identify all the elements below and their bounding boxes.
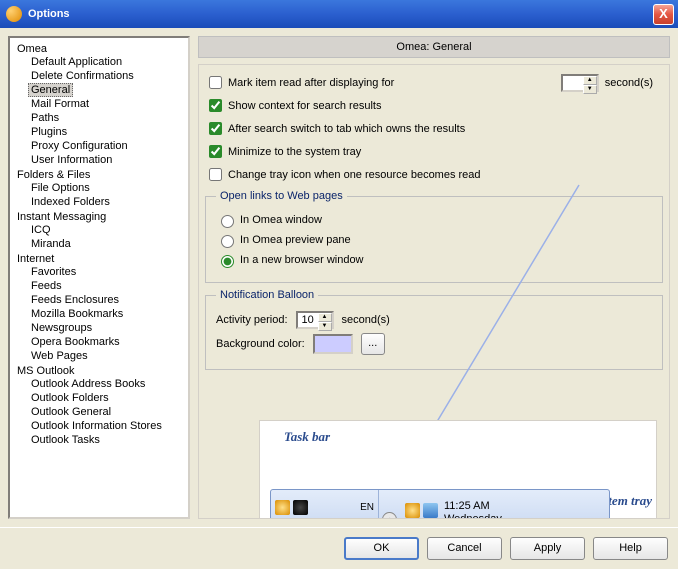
tree-general[interactable]: General (28, 83, 73, 97)
spin-down-icon[interactable]: ▼ (583, 85, 597, 94)
tree-feeds-enc[interactable]: Feeds Enclosures (28, 293, 122, 307)
tree-user-info[interactable]: User Information (28, 153, 115, 167)
tray-icon (405, 503, 420, 518)
bgcolor-swatch (313, 334, 353, 354)
tray-time: 11:25 AM (444, 500, 502, 513)
show-context-label: Show context for search results (228, 100, 381, 112)
lang-indicator: EN (360, 502, 374, 513)
tree-favorites[interactable]: Favorites (28, 265, 79, 279)
tree-proxy[interactable]: Proxy Configuration (28, 139, 131, 153)
cancel-button[interactable]: Cancel (427, 537, 502, 560)
tree-newsgroups[interactable]: Newsgroups (28, 321, 95, 335)
tray-illustration: Task bar System tray EN Omea Pro ... (259, 420, 657, 519)
help-button[interactable]: Help (593, 537, 668, 560)
tree-outlook-addr[interactable]: Outlook Address Books (28, 377, 148, 391)
open-preview-radio[interactable] (221, 235, 234, 248)
mark-read-label: Mark item read after displaying for (228, 77, 394, 89)
notification-group: Notification Balloon Activity period: 10… (205, 289, 663, 370)
collapse-icon[interactable]: − (8, 45, 10, 54)
taskbar-callout: Task bar (284, 429, 330, 445)
tree-indexed[interactable]: Indexed Folders (28, 195, 113, 209)
tree-feeds[interactable]: Feeds (28, 279, 65, 293)
tree-file-options[interactable]: File Options (28, 181, 93, 195)
collapse-tray-icon: ‹ (382, 512, 397, 520)
activity-seconds[interactable]: 10▲▼ (296, 311, 334, 329)
tree-miranda[interactable]: Miranda (28, 237, 74, 251)
close-button[interactable]: X (653, 4, 674, 25)
tree-icq[interactable]: ICQ (28, 223, 54, 237)
tree-folders[interactable]: Folders & Files (14, 168, 93, 182)
after-search-checkbox[interactable] (209, 122, 222, 135)
open-omea-window-radio[interactable] (221, 215, 234, 228)
open-links-legend: Open links to Web pages (216, 190, 347, 202)
tree-paths[interactable]: Paths (28, 111, 62, 125)
mark-read-checkbox[interactable] (209, 76, 222, 89)
tree-plugins[interactable]: Plugins (28, 125, 70, 139)
tree-omea[interactable]: Omea (14, 42, 50, 56)
app-icon (6, 6, 22, 22)
activity-label: Activity period: (216, 314, 288, 326)
tree-outlook-tasks[interactable]: Outlook Tasks (28, 433, 103, 447)
tree-default-app[interactable]: Default Application (28, 55, 125, 69)
minimize-label: Minimize to the system tray (228, 146, 361, 158)
tray-app-icon (293, 500, 308, 515)
open-links-group: Open links to Web pages In Omea window I… (205, 190, 663, 283)
collapse-icon[interactable]: − (8, 213, 10, 222)
change-tray-label: Change tray icon when one resource becom… (228, 169, 481, 181)
collapse-icon[interactable]: − (8, 255, 10, 264)
activity-unit: second(s) (342, 314, 390, 326)
spin-down-icon[interactable]: ▼ (318, 322, 332, 331)
open-browser-radio[interactable] (221, 255, 234, 268)
ok-button[interactable]: OK (344, 537, 419, 560)
collapse-icon[interactable]: − (8, 367, 10, 376)
tray-day: Wednesday (444, 513, 502, 520)
after-search-label: After search switch to tab which owns th… (228, 123, 465, 135)
bgcolor-label: Background color: (216, 338, 305, 350)
spin-up-icon[interactable]: ▲ (583, 76, 597, 85)
window-title: Options (28, 8, 70, 20)
change-tray-checkbox[interactable] (209, 168, 222, 181)
minimize-checkbox[interactable] (209, 145, 222, 158)
tray-icon (423, 503, 438, 518)
bgcolor-picker-button[interactable]: ... (361, 333, 385, 355)
tree-web[interactable]: Web Pages (28, 349, 91, 363)
tree-mail-format[interactable]: Mail Format (28, 97, 92, 111)
collapse-icon[interactable]: − (8, 171, 10, 180)
tray-app-icon (275, 500, 290, 515)
tree-delete-conf[interactable]: Delete Confirmations (28, 69, 137, 83)
tree-outlook[interactable]: MS Outlook (14, 364, 77, 378)
notification-legend: Notification Balloon (216, 289, 318, 301)
tree-im[interactable]: Instant Messaging (14, 210, 109, 224)
tree-outlook-general[interactable]: Outlook General (28, 405, 114, 419)
show-context-checkbox[interactable] (209, 99, 222, 112)
tree-outlook-stores[interactable]: Outlook Information Stores (28, 419, 165, 433)
mark-read-seconds[interactable]: ▲▼ (561, 74, 599, 92)
spin-up-icon[interactable]: ▲ (318, 313, 332, 322)
tree-outlook-folders[interactable]: Outlook Folders (28, 391, 112, 405)
mark-read-unit: second(s) (605, 77, 653, 89)
tree-internet[interactable]: Internet (14, 252, 57, 266)
tree-mozilla[interactable]: Mozilla Bookmarks (28, 307, 126, 321)
options-tree[interactable]: −Omea Default Application Delete Confirm… (8, 36, 190, 519)
mini-taskbar: EN Omea Pro ... ‹ (270, 489, 610, 519)
panel-title: Omea: General (198, 36, 670, 58)
apply-button[interactable]: Apply (510, 537, 585, 560)
tree-opera[interactable]: Opera Bookmarks (28, 335, 123, 349)
